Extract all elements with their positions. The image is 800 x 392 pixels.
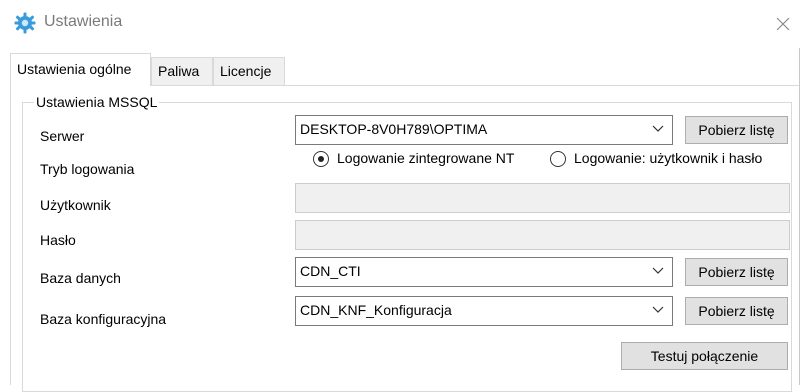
chevron-down-icon bbox=[652, 263, 664, 277]
radio-dot bbox=[318, 156, 324, 162]
radio-circle bbox=[313, 151, 329, 167]
tab-fuels[interactable]: Paliwa bbox=[151, 57, 213, 85]
test-connection-button[interactable]: Testuj połączenie bbox=[621, 342, 788, 370]
password-label: Hasło bbox=[40, 232, 76, 248]
radio-user-password-label: Logowanie: użytkownik i hasło bbox=[574, 150, 763, 166]
tab-licenses[interactable]: Licencje bbox=[213, 57, 285, 85]
chevron-down-icon bbox=[652, 121, 664, 135]
group-title: Ustawienia MSSQL bbox=[34, 94, 160, 110]
config-database-combo[interactable]: CDN_KNF_Konfiguracja bbox=[295, 296, 673, 326]
radio-circle bbox=[550, 151, 566, 167]
server-combo[interactable]: DESKTOP-8V0H789\OPTIMA bbox=[295, 115, 673, 145]
title-bar: Ustawienia bbox=[0, 0, 800, 48]
window-title: Ustawienia bbox=[44, 13, 123, 30]
server-value: DESKTOP-8V0H789\OPTIMA bbox=[300, 121, 488, 137]
settings-window: Ustawienia Ustawienia ogólne Paliwa Lice… bbox=[0, 0, 800, 392]
fetch-server-list-button[interactable]: Pobierz listę bbox=[685, 116, 788, 144]
database-value: CDN_CTI bbox=[300, 263, 361, 279]
chevron-down-icon bbox=[652, 302, 664, 316]
fetch-config-database-list-button[interactable]: Pobierz listę bbox=[685, 297, 788, 325]
server-label: Serwer bbox=[40, 128, 85, 144]
user-label: Użytkownik bbox=[40, 197, 111, 213]
config-database-label: Baza konfiguracyjna bbox=[40, 311, 167, 327]
password-field[interactable] bbox=[295, 220, 790, 250]
fetch-database-list-button[interactable]: Pobierz listę bbox=[685, 258, 788, 286]
database-combo[interactable]: CDN_CTI bbox=[295, 257, 673, 287]
database-label: Baza danych bbox=[40, 270, 121, 286]
close-icon[interactable] bbox=[766, 12, 800, 36]
tab-general-settings[interactable]: Ustawienia ogólne bbox=[10, 53, 151, 86]
login-mode-label: Tryb logowania bbox=[40, 161, 135, 177]
gear-icon bbox=[14, 12, 36, 34]
user-field[interactable] bbox=[295, 183, 790, 213]
config-database-value: CDN_KNF_Konfiguracja bbox=[300, 302, 452, 318]
radio-integrated-nt-label: Logowanie zintegrowane NT bbox=[337, 150, 515, 166]
